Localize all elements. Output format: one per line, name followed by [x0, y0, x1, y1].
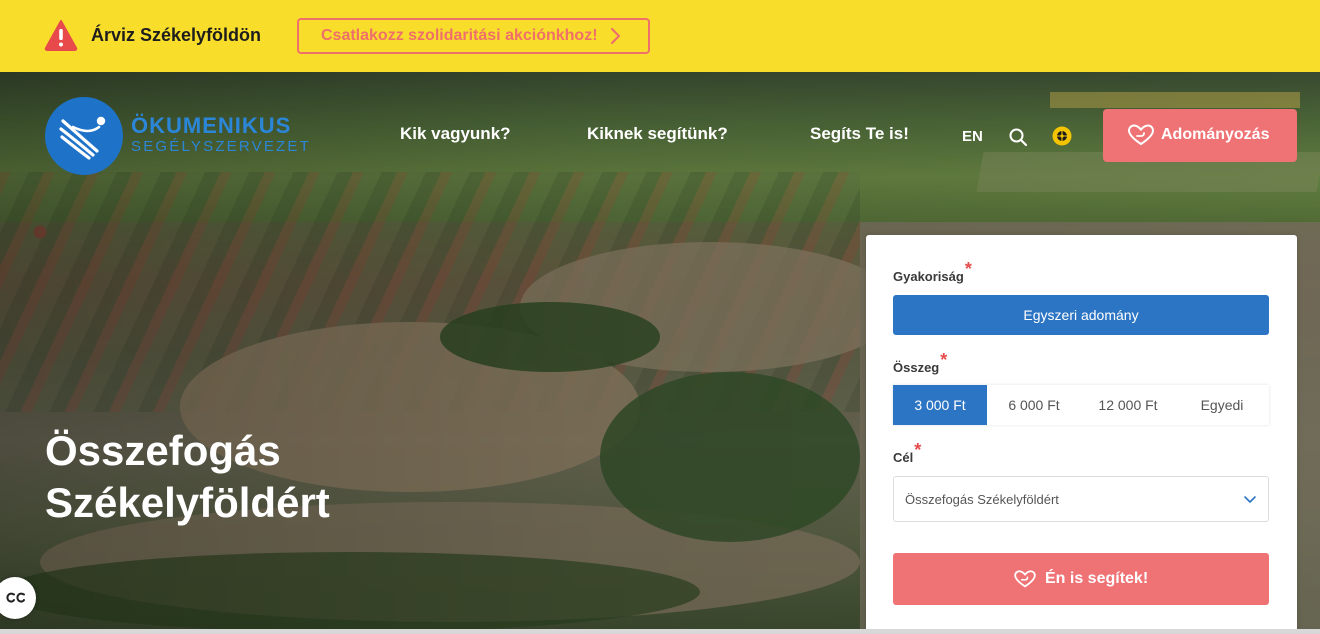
amount-option-3000[interactable]: 3 000 Ft	[893, 385, 987, 425]
page-bottom-edge	[0, 629, 1320, 634]
amount-option-6000[interactable]: 6 000 Ft	[987, 385, 1081, 425]
nav-item-about[interactable]: Kik vagyunk?	[400, 124, 511, 144]
language-switch[interactable]: EN	[962, 128, 983, 145]
search-icon[interactable]	[1008, 127, 1028, 147]
heart-hand-icon	[1128, 124, 1154, 146]
goal-select[interactable]: Összefogás Székelyföldért	[893, 476, 1269, 522]
amount-label: Összeg*	[893, 350, 947, 377]
donate-button-label: Adományozás	[1161, 126, 1270, 143]
amount-selector: 3 000 Ft 6 000 Ft 12 000 Ft Egyedi	[893, 385, 1269, 425]
chevron-right-icon	[610, 27, 621, 45]
logo-text-primary: ÖKUMENIKUS	[131, 113, 292, 138]
alert-title: Árviz Székelyföldön	[91, 25, 262, 45]
solidarity-cta-label: Csatlakozz szolidaritási akciónkhoz!	[321, 27, 598, 44]
accessibility-icon[interactable]	[1052, 126, 1072, 146]
hero-title-line2: Székelyföldért	[45, 479, 330, 526]
goal-select-value: Összefogás Székelyföldért	[905, 491, 1059, 507]
heart-hand-icon	[1014, 570, 1036, 588]
nav-item-help[interactable]: Segíts Te is!	[810, 124, 909, 144]
solidarity-cta-button[interactable]: Csatlakozz szolidaritási akciónkhoz!	[297, 18, 650, 54]
amount-option-custom[interactable]: Egyedi	[1175, 385, 1269, 425]
nav-item-beneficiaries[interactable]: Kiknek segítünk?	[587, 124, 728, 144]
required-mark: *	[964, 259, 972, 279]
required-mark: *	[940, 350, 948, 370]
required-mark: *	[914, 440, 922, 460]
hero-title-line1: Összefogás	[45, 427, 281, 474]
frequency-one-time-button[interactable]: Egyszeri adomány	[893, 295, 1269, 335]
submit-donation-button[interactable]: Én is segítek!	[893, 553, 1269, 605]
alert-bar: Árviz Székelyföldön Csatlakozz szolidari…	[0, 0, 1320, 72]
donation-form: Gyakoriság* Egyszeri adomány Összeg* 3 0…	[866, 235, 1297, 634]
logo-text-secondary: SEGÉLYSZERVEZET	[131, 138, 311, 155]
donate-button[interactable]: Adományozás	[1103, 109, 1297, 162]
logo-mark-icon	[59, 116, 106, 160]
warning-triangle-icon	[44, 20, 78, 51]
chevron-down-icon	[1244, 496, 1256, 503]
frequency-label: Gyakoriság*	[893, 259, 972, 286]
amount-option-12000[interactable]: 12 000 Ft	[1081, 385, 1175, 425]
hero-title: Összefogás Székelyföldért	[45, 425, 330, 529]
logo[interactable]	[45, 97, 123, 175]
goal-label-text: Cél	[893, 450, 914, 465]
amount-label-text: Összeg	[893, 360, 940, 375]
goal-label: Cél*	[893, 440, 921, 467]
frequency-label-text: Gyakoriság	[893, 269, 964, 284]
closed-captions-icon	[6, 592, 25, 603]
submit-donation-label: Én is segítek!	[1045, 570, 1149, 587]
